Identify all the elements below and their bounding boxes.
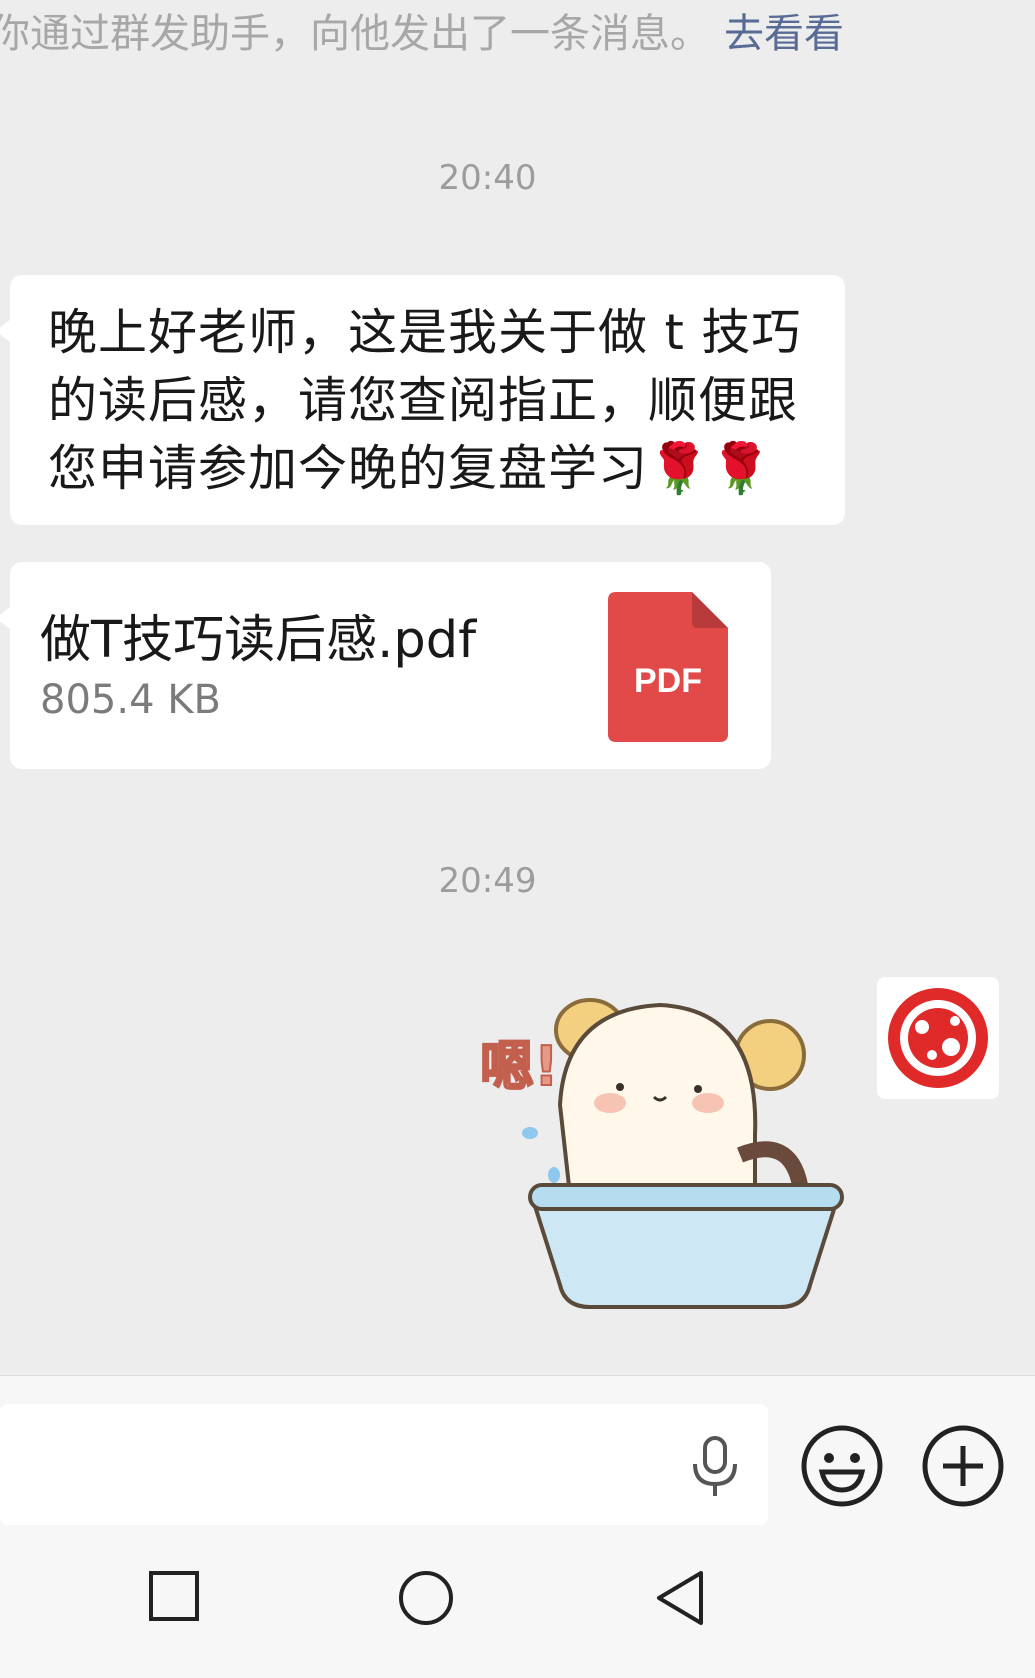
plus-circle-icon (922, 1425, 1004, 1507)
view-link[interactable]: 去看看 (724, 11, 844, 57)
sender-avatar[interactable] (877, 977, 999, 1099)
system-notice-text: 你通过群发助手，向他发出了一条消息。 (0, 11, 710, 57)
smiley-icon (801, 1425, 883, 1507)
timestamp: 20:40 (438, 158, 537, 198)
composer-bar (0, 1375, 1035, 1531)
file-size: 805.4 KB (40, 677, 221, 723)
system-notice: 你通过群发助手，向他发出了一条消息。 去看看 (0, 6, 1030, 62)
file-message-card[interactable]: 做T技巧读后感.pdf 805.4 KB PDF (0, 562, 771, 769)
recents-button[interactable] (148, 1570, 200, 1626)
more-button[interactable] (921, 1424, 1005, 1512)
home-button[interactable] (398, 1570, 454, 1630)
navigation-bar (0, 1530, 1035, 1678)
circle-icon (399, 1571, 453, 1625)
message-input[interactable] (0, 1404, 768, 1525)
pdf-file-icon: PDF (608, 592, 728, 742)
back-button[interactable] (655, 1570, 705, 1630)
triangle-back-icon (657, 1571, 703, 1625)
microphone-icon[interactable] (690, 1436, 740, 1504)
emoji-button[interactable] (800, 1424, 884, 1512)
text-message-bubble[interactable]: 晚上好老师，这是我关于做 t 技巧的读后感，请您查阅指正，顺便跟您申请参加今晚的… (0, 275, 845, 525)
pdf-icon-label: PDF (634, 662, 702, 700)
timestamp: 20:49 (438, 861, 537, 901)
sticker-text: 嗯! (480, 1035, 559, 1098)
square-icon (149, 1571, 199, 1621)
message-text: 晚上好老师，这是我关于做 t 技巧的读后感，请您查阅指正，顺便跟您申请参加今晚的… (48, 304, 802, 497)
sticker-message[interactable]: 嗯! (470, 985, 850, 1335)
file-name: 做T技巧读后感.pdf (40, 611, 477, 670)
